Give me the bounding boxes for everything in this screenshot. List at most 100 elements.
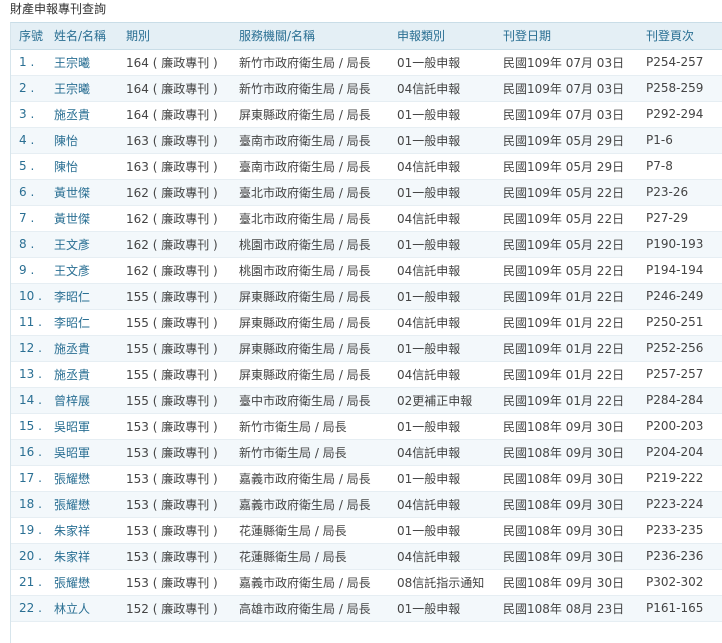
row-name-link[interactable]: 王宗曦 xyxy=(54,82,90,96)
row-issue: 162 ( 廉政專刊 ) xyxy=(118,179,231,206)
row-organization: 屏東縣政府衛生局 / 局長 xyxy=(231,309,389,336)
row-organization: 高雄市政府衛生局 / 局長 xyxy=(231,595,389,622)
header-index: 序號 xyxy=(11,23,46,50)
row-name-link[interactable]: 林立人 xyxy=(54,602,90,616)
row-issue: 155 ( 廉政專刊 ) xyxy=(118,309,231,336)
row-index: 1 . xyxy=(11,49,46,76)
row-issue: 162 ( 廉政專刊 ) xyxy=(118,257,231,284)
row-index: 19 . xyxy=(11,517,46,544)
row-pages: P252-256 xyxy=(638,335,722,362)
row-name-link[interactable]: 施丞貴 xyxy=(54,342,90,356)
row-publish-date: 民國109年 01月 22日 xyxy=(495,387,638,414)
table-row: 11 . 李昭仁 155 ( 廉政專刊 ) 屏東縣政府衛生局 / 局長 04信託申報 民國… xyxy=(11,309,722,336)
row-issue: 153 ( 廉政專刊 ) xyxy=(118,517,231,544)
row-name-cell: 張耀懋 xyxy=(46,465,118,492)
row-organization: 屏東縣政府衛生局 / 局長 xyxy=(231,101,389,128)
row-name-link[interactable]: 黃世傑 xyxy=(54,186,90,200)
row-index: 5 . xyxy=(11,153,46,180)
row-name-link[interactable]: 施丞貴 xyxy=(54,108,90,122)
row-declaration-type: 02更補正申報 xyxy=(389,387,495,414)
results-table: 序號 姓名/名稱 期別 服務機關/名稱 申報類別 刊登日期 刊登頁次 1 . 王宗… xyxy=(11,23,722,622)
row-name-link[interactable]: 王文彥 xyxy=(54,238,90,252)
row-name-link[interactable]: 陳怡 xyxy=(54,160,78,174)
row-publish-date: 民國109年 05月 29日 xyxy=(495,127,638,154)
row-pages: P7-8 xyxy=(638,153,722,180)
header-pages: 刊登頁次 xyxy=(638,23,722,50)
row-declaration-type: 01一般申報 xyxy=(389,413,495,440)
row-name-cell: 施丞貴 xyxy=(46,335,118,362)
row-name-cell: 施丞貴 xyxy=(46,101,118,128)
row-index: 7 . xyxy=(11,205,46,232)
row-issue: 153 ( 廉政專刊 ) xyxy=(118,491,231,518)
row-pages: P1-6 xyxy=(638,127,722,154)
row-organization: 新竹市政府衛生局 / 局長 xyxy=(231,75,389,102)
row-index: 4 . xyxy=(11,127,46,154)
row-name-cell: 林立人 xyxy=(46,595,118,622)
row-name-cell: 黃世傑 xyxy=(46,179,118,206)
row-name-link[interactable]: 吳昭軍 xyxy=(54,446,90,460)
row-name-cell: 朱家祥 xyxy=(46,517,118,544)
row-name-link[interactable]: 陳怡 xyxy=(54,134,78,148)
row-pages: P27-29 xyxy=(638,205,722,232)
row-name-link[interactable]: 張耀懋 xyxy=(54,472,90,486)
table-row: 16 . 吳昭軍 153 ( 廉政專刊 ) 新竹市衛生局 / 局長 04信託申報 民國10… xyxy=(11,439,722,466)
row-name-link[interactable]: 李昭仁 xyxy=(54,316,90,330)
results-table-container: 序號 姓名/名稱 期別 服務機關/名稱 申報類別 刊登日期 刊登頁次 1 . 王宗… xyxy=(10,22,722,643)
row-publish-date: 民國108年 08月 23日 xyxy=(495,595,638,622)
row-name-link[interactable]: 施丞貴 xyxy=(54,368,90,382)
table-row: 7 . 黃世傑 162 ( 廉政專刊 ) 臺北市政府衛生局 / 局長 04信託申報 民國1… xyxy=(11,205,722,232)
row-organization: 臺南市政府衛生局 / 局長 xyxy=(231,153,389,180)
row-pages: P246-249 xyxy=(638,283,722,310)
row-issue: 155 ( 廉政專刊 ) xyxy=(118,335,231,362)
row-pages: P292-294 xyxy=(638,101,722,128)
row-declaration-type: 04信託申報 xyxy=(389,205,495,232)
row-organization: 屏東縣政府衛生局 / 局長 xyxy=(231,335,389,362)
row-index: 22 . xyxy=(11,595,46,622)
table-row: 12 . 施丞貴 155 ( 廉政專刊 ) 屏東縣政府衛生局 / 局長 01一般申報 民國… xyxy=(11,335,722,362)
row-name-link[interactable]: 王文彥 xyxy=(54,264,90,278)
row-name-link[interactable]: 王宗曦 xyxy=(54,56,90,70)
row-publish-date: 民國109年 05月 22日 xyxy=(495,205,638,232)
row-publish-date: 民國109年 05月 22日 xyxy=(495,179,638,206)
row-pages: P254-257 xyxy=(638,49,722,76)
row-index: 9 . xyxy=(11,257,46,284)
row-organization: 臺北市政府衛生局 / 局長 xyxy=(231,179,389,206)
row-name-link[interactable]: 朱家祥 xyxy=(54,550,90,564)
table-row: 17 . 張耀懋 153 ( 廉政專刊 ) 嘉義市政府衛生局 / 局長 01一般申報 民國… xyxy=(11,465,722,492)
row-name-link[interactable]: 黃世傑 xyxy=(54,212,90,226)
row-organization: 屏東縣政府衛生局 / 局長 xyxy=(231,283,389,310)
row-pages: P200-203 xyxy=(638,413,722,440)
row-publish-date: 民國109年 01月 22日 xyxy=(495,283,638,310)
row-name-link[interactable]: 李昭仁 xyxy=(54,290,90,304)
row-pages: P223-224 xyxy=(638,491,722,518)
row-organization: 新竹市衛生局 / 局長 xyxy=(231,439,389,466)
row-name-link[interactable]: 朱家祥 xyxy=(54,524,90,538)
row-organization: 桃園市政府衛生局 / 局長 xyxy=(231,231,389,258)
row-organization: 花蓮縣衛生局 / 局長 xyxy=(231,517,389,544)
row-publish-date: 民國109年 01月 22日 xyxy=(495,361,638,388)
table-row: 21 . 張耀懋 153 ( 廉政專刊 ) 嘉義市政府衛生局 / 局長 08信託指示通知… xyxy=(11,569,722,596)
row-declaration-type: 01一般申報 xyxy=(389,517,495,544)
header-publish-date: 刊登日期 xyxy=(495,23,638,50)
row-declaration-type: 01一般申報 xyxy=(389,231,495,258)
row-publish-date: 民國109年 05月 29日 xyxy=(495,153,638,180)
row-organization: 嘉義市政府衛生局 / 局長 xyxy=(231,465,389,492)
row-name-cell: 王宗曦 xyxy=(46,49,118,76)
row-name-link[interactable]: 張耀懋 xyxy=(54,576,90,590)
row-name-cell: 黃世傑 xyxy=(46,205,118,232)
row-index: 12 . xyxy=(11,335,46,362)
row-name-link[interactable]: 張耀懋 xyxy=(54,498,90,512)
row-declaration-type: 01一般申報 xyxy=(389,283,495,310)
row-organization: 嘉義市政府衛生局 / 局長 xyxy=(231,569,389,596)
row-pages: P23-26 xyxy=(638,179,722,206)
row-name-link[interactable]: 吳昭軍 xyxy=(54,420,90,434)
row-name-link[interactable]: 曾梓展 xyxy=(54,394,90,408)
row-publish-date: 民國109年 05月 22日 xyxy=(495,257,638,284)
row-publish-date: 民國109年 07月 03日 xyxy=(495,101,638,128)
table-row: 6 . 黃世傑 162 ( 廉政專刊 ) 臺北市政府衛生局 / 局長 01一般申報 民國1… xyxy=(11,179,722,206)
row-name-cell: 王文彥 xyxy=(46,231,118,258)
row-issue: 155 ( 廉政專刊 ) xyxy=(118,387,231,414)
row-name-cell: 朱家祥 xyxy=(46,543,118,570)
row-publish-date: 民國108年 09月 30日 xyxy=(495,439,638,466)
row-name-cell: 王文彥 xyxy=(46,257,118,284)
